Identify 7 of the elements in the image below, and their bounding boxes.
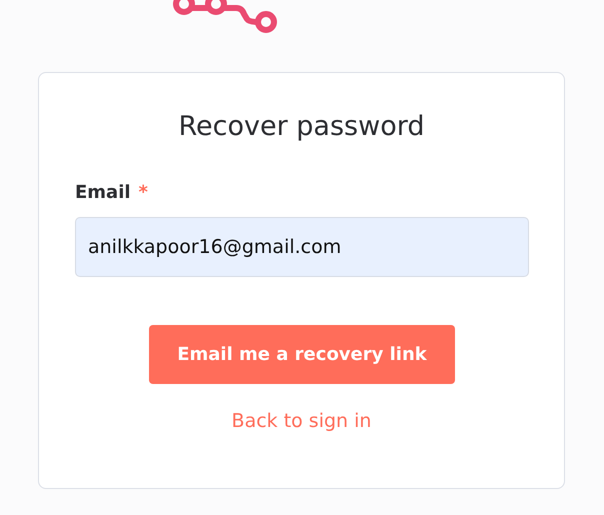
email-field[interactable]: anilkkapoor16@gmail.com	[75, 217, 529, 277]
logo-icon	[170, 0, 280, 36]
page-title: Recover password	[178, 111, 424, 142]
sign-in-link[interactable]: Back to sign in	[232, 410, 372, 432]
required-mark: *	[138, 182, 148, 203]
field-label: Email	[75, 182, 131, 203]
recovery-link-button[interactable]: Email me a recovery link	[149, 325, 455, 384]
